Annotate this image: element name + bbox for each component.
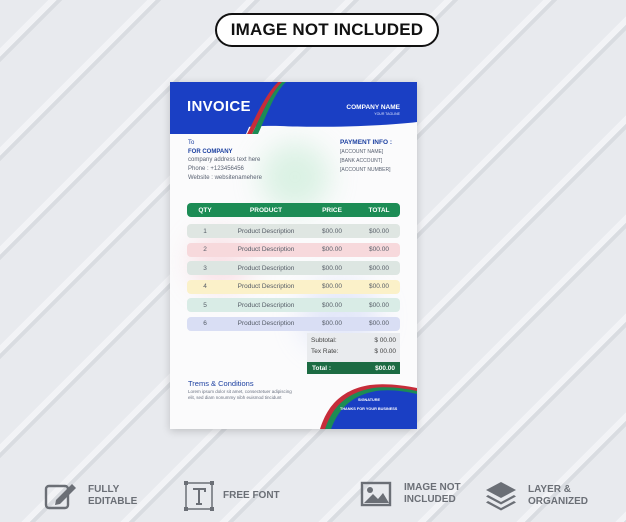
feature-layer-organized: LAYER & ORGANIZED [484, 480, 588, 512]
product-cell: Product Description [237, 320, 295, 327]
layers-icon [486, 482, 516, 511]
feature-image-not-included: IMAGE NOT INCLUDED [360, 480, 461, 508]
payment-info-block: PAYMENT INFO : [ACCOUNT NAME] [BANK ACCO… [340, 137, 392, 175]
thanks-text: THANKS FOR YOUR BUSINESS [340, 407, 398, 411]
qty-cell: 6 [203, 320, 207, 327]
qty-cell: 2 [203, 246, 207, 253]
feature-label: ORGANIZED [528, 496, 588, 507]
feature-label: FREE FONT [223, 489, 280, 501]
col-total: TOTAL [368, 206, 390, 214]
feature-label: EDITABLE [88, 496, 138, 507]
feature-free-font: FREE FONT [183, 480, 280, 512]
col-product: PRODUCT [249, 206, 283, 214]
table-header: QTY PRODUCT PRICE TOTAL [187, 203, 400, 217]
table-row: 2 Product Description $00.00 $00.00 [187, 242, 400, 257]
company-tagline: YOUR TAGLINE [374, 112, 400, 116]
to-label: To [188, 140, 195, 146]
total-value: $00.00 [375, 364, 395, 372]
invoice-footer-shape [320, 384, 417, 429]
qty-cell: 1 [203, 227, 207, 235]
product-cell: Product Description [237, 264, 295, 272]
table-row: 6 Product Description $00.00 $00.00 [187, 316, 400, 331]
product-cell: Product Description [237, 227, 295, 235]
product-cell: Product Description [237, 283, 295, 290]
invoice-title: INVOICE [187, 98, 251, 115]
client-address: company address text here [188, 157, 261, 164]
product-cell: Product Description [237, 246, 295, 253]
total-cell: $00.00 [369, 227, 389, 235]
subtotal-value: $ 00.00 [374, 337, 396, 344]
price-cell: $00.00 [322, 264, 342, 272]
bill-to-block: To FOR COMPANY company address text here… [188, 139, 262, 182]
image-not-included-badge: IMAGE NOT INCLUDED [215, 13, 439, 47]
tax-label: Tex Rate: [311, 348, 339, 355]
invoice-sheet: INVOICE COMPANY NAME YOUR TAGLINE To FOR… [170, 82, 417, 429]
total-cell: $00.00 [369, 301, 389, 309]
total-cell: $00.00 [369, 264, 389, 272]
feature-fully-editable: FULLY EDITABLE [44, 480, 137, 512]
payment-line: [ACCOUNT NAME] [340, 149, 384, 156]
table-row: 1 Product Description $00.00 $00.00 [187, 224, 400, 238]
total-cell: $00.00 [369, 283, 389, 290]
total-label: Total : [312, 364, 332, 372]
qty-cell: 3 [203, 264, 207, 272]
totals-box: Subtotal: $ 00.00 Tex Rate: $ 00.00 [307, 333, 400, 364]
price-cell: $00.00 [322, 283, 342, 290]
total-cell: $00.00 [369, 320, 389, 327]
text-tool-icon [184, 481, 214, 511]
signature-label: SIGNATURE [358, 398, 381, 402]
qty-cell: 5 [203, 301, 207, 309]
tint-green [260, 142, 330, 212]
tax-value: $ 00.00 [374, 348, 396, 355]
company-name: COMPANY NAME [346, 104, 400, 111]
price-cell: $00.00 [322, 320, 342, 327]
total-cell: $00.00 [369, 246, 389, 253]
feature-label: FULLY [88, 483, 120, 495]
feature-label: INCLUDED [404, 494, 456, 505]
payment-heading: PAYMENT INFO : [340, 139, 393, 146]
col-price: PRICE [322, 206, 342, 214]
table-row: 5 Product Description $00.00 $00.00 [187, 298, 400, 312]
client-phone: Phone : +123456456 [188, 166, 244, 173]
price-cell: $00.00 [322, 227, 342, 235]
image-icon [360, 481, 392, 507]
payment-line: [ACCOUNT NUMBER] [340, 166, 391, 173]
subtotal-label: Subtotal: [311, 337, 337, 344]
client-website: Website : websitenamehere [188, 174, 262, 181]
grand-total-bar: Total : $00.00 [307, 362, 400, 374]
table-row: 3 Product Description $00.00 $00.00 [187, 261, 400, 275]
table-row: 4 Product Description $00.00 $00.00 [187, 279, 400, 294]
client-name: FOR COMPANY [188, 148, 233, 155]
product-cell: Product Description [237, 301, 295, 309]
col-qty: QTY [198, 206, 212, 214]
payment-line: [BANK ACCOUNT] [340, 158, 383, 165]
price-cell: $00.00 [322, 246, 342, 253]
feature-label: LAYER & [528, 483, 571, 495]
qty-cell: 4 [203, 283, 207, 290]
feature-label: IMAGE NOT [404, 481, 461, 493]
edit-icon [44, 484, 76, 510]
price-cell: $00.00 [322, 301, 342, 309]
